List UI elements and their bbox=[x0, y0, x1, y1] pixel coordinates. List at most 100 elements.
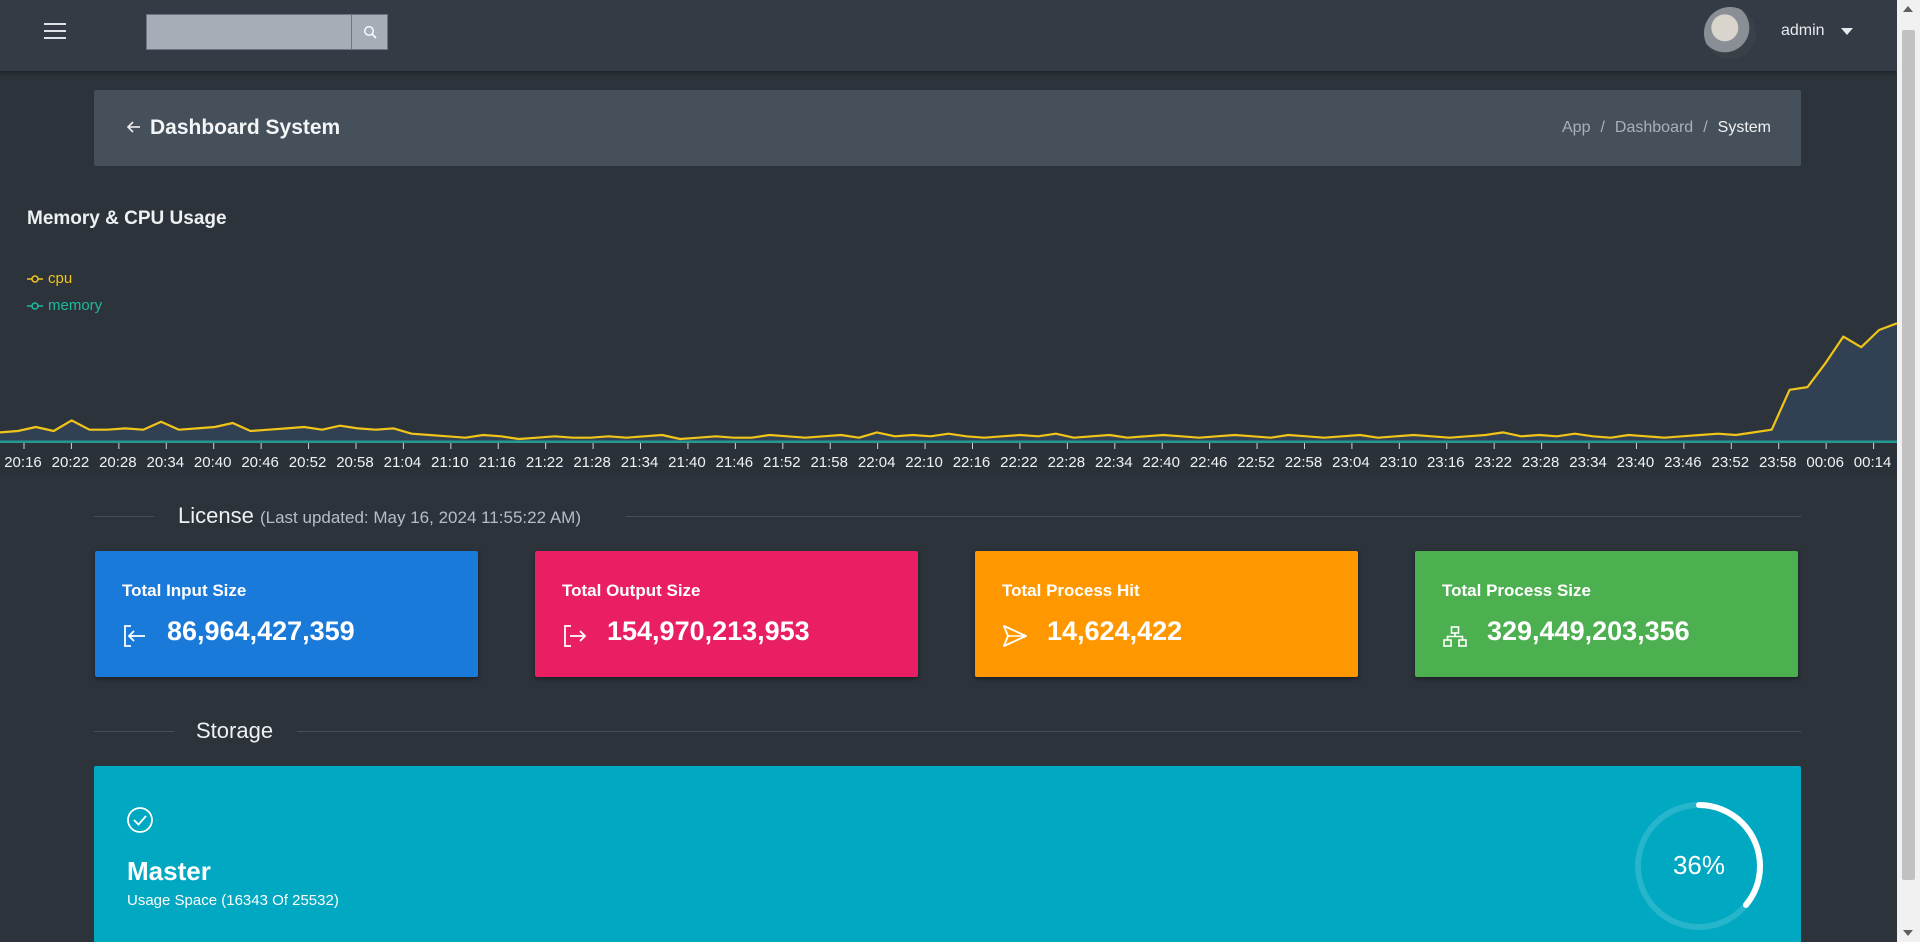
top-navbar: admin bbox=[0, 0, 1897, 71]
stat-label: Total Input Size bbox=[122, 581, 247, 600]
stat-value: 154,970,213,953 bbox=[607, 616, 810, 646]
chart-title: Memory & CPU Usage bbox=[27, 208, 227, 229]
x-tick-label: 22:46 bbox=[1190, 454, 1228, 471]
x-tick-label: 20:22 bbox=[52, 454, 90, 471]
menu-toggle-icon[interactable] bbox=[40, 18, 70, 46]
breadcrumb-separator: / bbox=[1703, 119, 1708, 136]
check-circle-icon bbox=[127, 807, 153, 833]
stat-value: 86,964,427,359 bbox=[167, 616, 355, 646]
breadcrumb: App / Dashboard / System bbox=[1562, 119, 1771, 137]
x-tick-label: 22:22 bbox=[1000, 454, 1038, 471]
breadcrumb-app[interactable]: App bbox=[1562, 119, 1590, 137]
x-tick-label: 21:34 bbox=[621, 454, 659, 471]
x-tick-label: 22:04 bbox=[858, 454, 896, 471]
x-tick-label: 23:04 bbox=[1332, 454, 1370, 471]
x-tick-label: 23:16 bbox=[1427, 454, 1465, 471]
x-tick-label: 20:46 bbox=[241, 454, 279, 471]
storage-divider-left bbox=[94, 731, 174, 732]
x-tick-label: 23:46 bbox=[1664, 454, 1702, 471]
x-tick-label: 20:40 bbox=[194, 454, 232, 471]
x-tick-label: 20:52 bbox=[289, 454, 327, 471]
x-tick-label: 21:40 bbox=[668, 454, 706, 471]
storage-card-master: Master Usage Space (16343 Of 25532) 36% bbox=[94, 766, 1801, 942]
x-tick-label: 21:04 bbox=[384, 454, 422, 471]
sign-in-icon bbox=[124, 625, 145, 647]
x-tick-label: 21:16 bbox=[478, 454, 516, 471]
storage-name: Master bbox=[127, 856, 211, 886]
legend-item-cpu[interactable]: cpu bbox=[27, 265, 102, 292]
search-button[interactable] bbox=[352, 14, 388, 50]
send-icon bbox=[1003, 625, 1027, 647]
scroll-up-icon[interactable] bbox=[1903, 6, 1913, 12]
x-tick-label: 22:58 bbox=[1285, 454, 1323, 471]
x-tick-label: 23:28 bbox=[1522, 454, 1560, 471]
page-title: Dashboard System bbox=[150, 116, 341, 139]
x-tick-label: 22:40 bbox=[1142, 454, 1180, 471]
x-tick-label: 21:52 bbox=[763, 454, 801, 471]
breadcrumb-separator: / bbox=[1600, 119, 1605, 136]
search-bar bbox=[146, 14, 388, 50]
caret-down-icon bbox=[1840, 27, 1853, 35]
x-tick-label: 22:34 bbox=[1095, 454, 1133, 471]
search-icon bbox=[363, 25, 377, 39]
x-tick-label: 20:16 bbox=[4, 454, 42, 471]
breadcrumb-dashboard[interactable]: Dashboard bbox=[1615, 119, 1693, 137]
stat-value: 329,449,203,356 bbox=[1487, 616, 1690, 646]
scroll-down-icon[interactable] bbox=[1903, 930, 1913, 936]
license-updated: (Last updated: May 16, 2024 11:55:22 AM) bbox=[259, 508, 581, 527]
user-menu-toggle[interactable]: admin bbox=[1781, 22, 1853, 40]
x-tick-label: 20:34 bbox=[147, 454, 185, 471]
license-title: License bbox=[178, 503, 254, 528]
x-tick-label: 22:10 bbox=[905, 454, 943, 471]
x-tick-label: 22:16 bbox=[953, 454, 991, 471]
x-tick-label: 22:52 bbox=[1237, 454, 1275, 471]
x-axis-band bbox=[0, 444, 1897, 474]
scroll-thumb[interactable] bbox=[1902, 30, 1915, 880]
x-tick-label: 21:28 bbox=[573, 454, 611, 471]
user-name: admin bbox=[1781, 22, 1825, 39]
stat-label: Total Output Size bbox=[562, 581, 701, 600]
avatar[interactable] bbox=[1704, 7, 1756, 59]
stat-card-process-size: Total Process Size 329,449,203,356 bbox=[1415, 551, 1798, 677]
arrow-left-icon[interactable] bbox=[126, 119, 142, 135]
x-tick-label: 00:14 bbox=[1854, 454, 1892, 471]
x-tick-label: 23:22 bbox=[1474, 454, 1512, 471]
page-scrollbar[interactable] bbox=[1897, 0, 1920, 942]
stat-value: 14,624,422 bbox=[1047, 616, 1183, 646]
storage-divider-right bbox=[297, 731, 1801, 732]
stat-card-process-hit: Total Process Hit 14,624,422 bbox=[975, 551, 1358, 677]
legend-marker-memory bbox=[27, 301, 43, 310]
x-tick-label: 00:06 bbox=[1806, 454, 1844, 471]
x-tick-label: 20:28 bbox=[99, 454, 137, 471]
stat-card-input: Total Input Size 86,964,427,359 bbox=[95, 551, 478, 677]
legend-marker-cpu bbox=[27, 274, 43, 283]
stat-label: Total Process Size bbox=[1442, 581, 1591, 600]
stat-label: Total Process Hit bbox=[1002, 581, 1140, 600]
sign-out-icon bbox=[564, 625, 587, 647]
x-tick-label: 23:10 bbox=[1380, 454, 1418, 471]
license-divider-right bbox=[626, 516, 1801, 517]
x-tick-label: 21:22 bbox=[526, 454, 564, 471]
storage-title: Storage bbox=[196, 718, 274, 743]
page-header: Dashboard System App / Dashboard / Syste… bbox=[94, 90, 1801, 166]
breadcrumb-system: System bbox=[1717, 119, 1771, 136]
license-divider-left bbox=[94, 516, 154, 517]
storage-usage: Usage Space (16343 Of 25532) bbox=[127, 892, 339, 909]
x-tick-label: 23:40 bbox=[1617, 454, 1655, 471]
x-tick-label: 21:46 bbox=[716, 454, 754, 471]
search-input[interactable] bbox=[146, 14, 352, 50]
series-area-cpu bbox=[0, 323, 1897, 443]
stat-card-output: Total Output Size 154,970,213,953 bbox=[535, 551, 918, 677]
sitemap-icon bbox=[1443, 626, 1467, 647]
x-tick-label: 21:10 bbox=[431, 454, 469, 471]
x-tick-label: 23:34 bbox=[1569, 454, 1607, 471]
x-tick-label: 23:58 bbox=[1759, 454, 1797, 471]
x-tick-label: 21:58 bbox=[810, 454, 848, 471]
x-tick-label: 20:58 bbox=[336, 454, 374, 471]
usage-chart: 20:16 20:22 20:28 20:34 20:40 20:46 20:52 20:58… bbox=[0, 322, 1897, 474]
usage-percent: 36% bbox=[1672, 850, 1726, 880]
x-tick-label: 22:28 bbox=[1048, 454, 1086, 471]
legend-label-cpu: cpu bbox=[48, 270, 73, 287]
license-heading: License (Last updated: May 16, 2024 11:5… bbox=[178, 503, 581, 529]
x-tick-label: 23:52 bbox=[1712, 454, 1750, 471]
